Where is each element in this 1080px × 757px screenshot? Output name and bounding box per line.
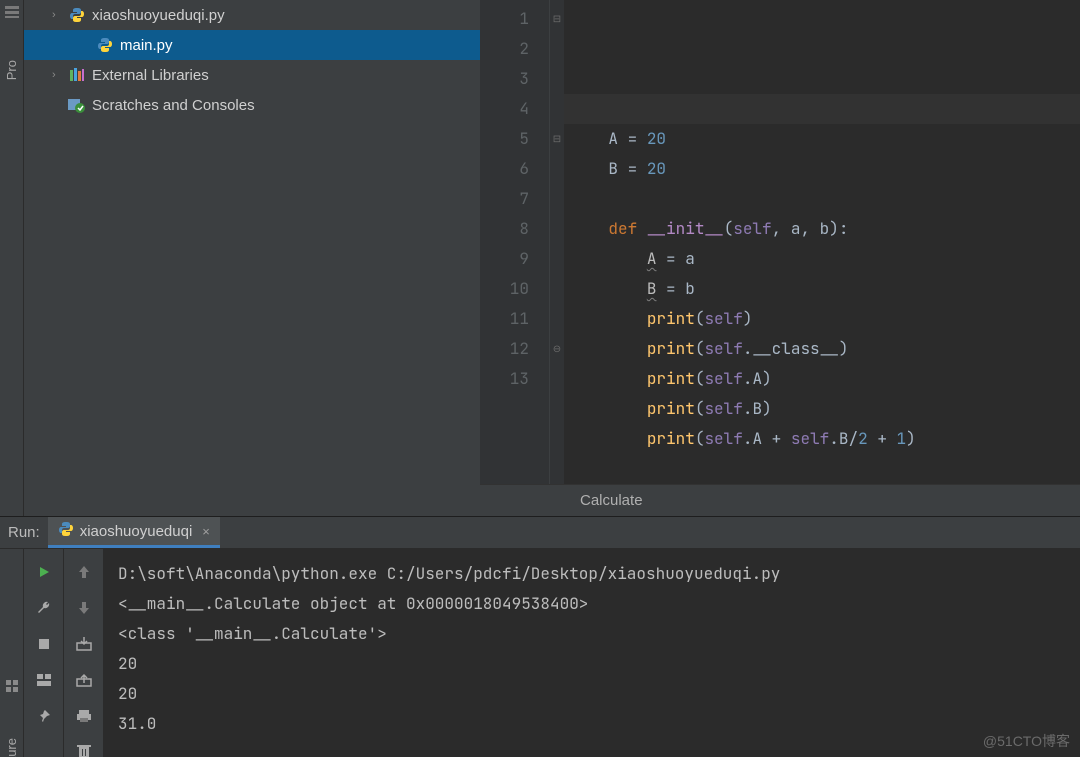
wrench-icon[interactable] <box>33 597 55 619</box>
run-header: Run: xiaoshuoyueduqi × <box>0 517 1080 549</box>
tree-item-label: main.py <box>120 37 173 54</box>
trash-icon[interactable] <box>73 741 95 757</box>
export-icon[interactable] <box>73 633 95 655</box>
python-file-icon <box>96 36 114 54</box>
run-tab[interactable]: xiaoshuoyueduqi × <box>48 517 220 548</box>
breadcrumb[interactable]: Calculate <box>480 484 1080 516</box>
pin-icon[interactable] <box>33 705 55 727</box>
run-button[interactable] <box>33 561 55 583</box>
up-arrow-icon[interactable] <box>73 561 95 583</box>
editor-fold-column[interactable]: ⊟⊟⊖ <box>550 0 564 484</box>
tree-item-main-py[interactable]: main.py <box>24 30 480 60</box>
print-icon[interactable] <box>73 705 95 727</box>
tree-item-xiaoshuoyueduqi-py[interactable]: ›xiaoshuoyueduqi.py <box>24 0 480 30</box>
down-arrow-icon[interactable] <box>73 597 95 619</box>
side-tool-strip: Structure avorites <box>0 549 24 757</box>
watermark: @51CTO博客 <box>983 731 1070 751</box>
tree-item-external-libraries[interactable]: ›External Libraries <box>24 60 480 90</box>
run-tool-column-b <box>64 549 104 757</box>
python-icon <box>58 521 74 541</box>
import-icon[interactable] <box>73 669 95 691</box>
scratch-icon <box>68 96 86 114</box>
close-icon[interactable]: × <box>202 524 210 539</box>
run-panel: Run: xiaoshuoyueduqi × Structure avorite… <box>0 516 1080 757</box>
structure-tool-label[interactable]: Structure <box>4 738 19 757</box>
editor-code-area[interactable]: class Calculate: A = 20 B = 20 def __ini… <box>564 0 1080 484</box>
layout-icon[interactable] <box>33 669 55 691</box>
breadcrumb-item[interactable]: Calculate <box>580 492 643 509</box>
tree-item-label: xiaoshuoyueduqi.py <box>92 7 225 24</box>
tree-item-scratches-and-consoles[interactable]: Scratches and Consoles <box>24 90 480 120</box>
project-tree[interactable]: ›xiaoshuoyueduqi.py main.py ›External Libr… <box>24 0 480 516</box>
python-file-icon <box>68 6 86 24</box>
library-icon <box>68 66 86 84</box>
project-tool-icon[interactable] <box>4 4 20 20</box>
project-tool-label[interactable]: Pro <box>4 60 19 80</box>
console-output[interactable]: D:\soft\Anaconda\python.exe C:/Users/pdc… <box>104 549 1080 757</box>
editor-gutter: 12345678910111213 <box>480 0 550 484</box>
stop-button[interactable] <box>33 633 55 655</box>
structure-tool-icon[interactable] <box>5 679 19 698</box>
run-label: Run: <box>4 524 40 541</box>
tree-item-label: External Libraries <box>92 67 209 84</box>
left-tool-strip: Pro <box>0 0 24 516</box>
run-tab-label: xiaoshuoyueduqi <box>80 523 193 540</box>
run-tool-column-a <box>24 549 64 757</box>
current-line-highlight <box>564 94 1080 124</box>
code-editor[interactable]: 12345678910111213 ⊟⊟⊖ class Calculate: A… <box>480 0 1080 516</box>
tree-item-label: Scratches and Consoles <box>92 97 255 114</box>
